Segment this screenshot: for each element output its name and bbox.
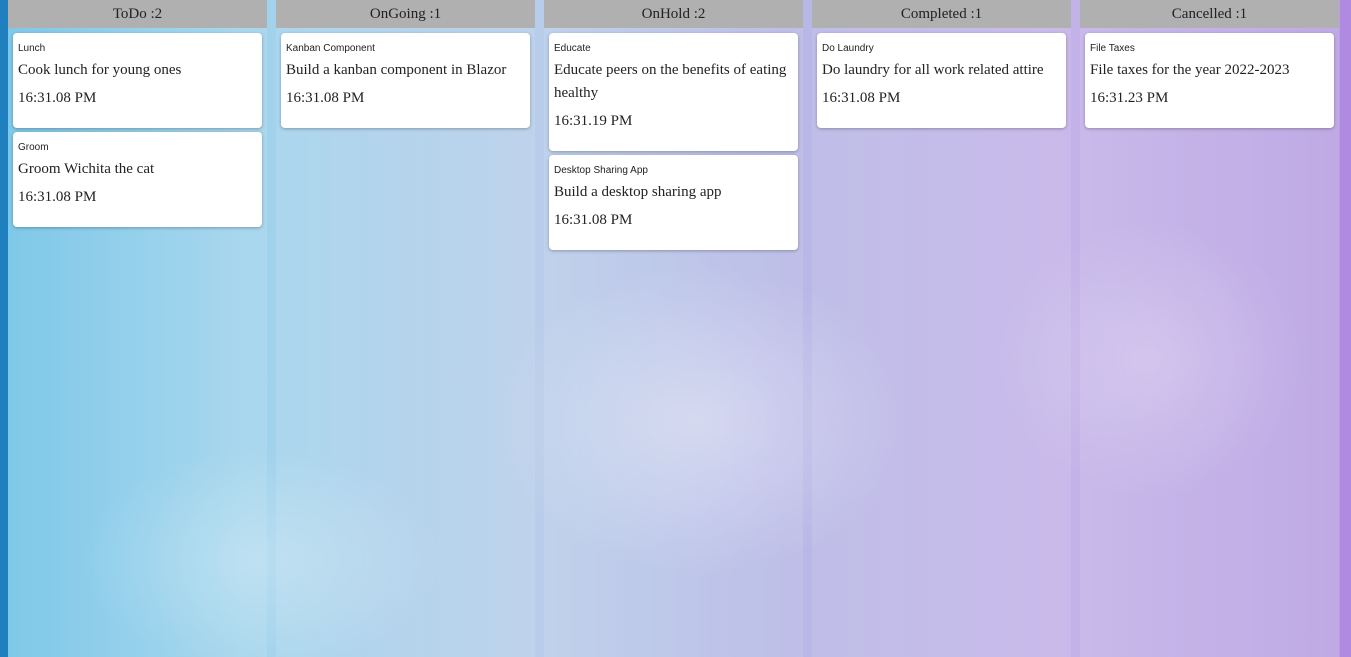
- column-onhold[interactable]: OnHold :2 Educate Educate peers on the b…: [544, 0, 803, 657]
- column-header: ToDo :2: [8, 0, 267, 28]
- column-header: Cancelled :1: [1080, 0, 1339, 28]
- card-timestamp: 16:31.08 PM: [18, 90, 97, 106]
- kanban-board: ToDo :2 Lunch Cook lunch for young ones …: [8, 0, 1340, 657]
- card-description: Build a kanban component in Blazor: [286, 62, 507, 78]
- card-title: File Taxes: [1090, 43, 1135, 54]
- column-ongoing[interactable]: OnGoing :1 Kanban Component Build a kanb…: [276, 0, 535, 657]
- task-card[interactable]: Groom Groom Wichita the cat 16:31.08 PM: [13, 132, 262, 227]
- card-timestamp: 16:31.23 PM: [1090, 90, 1169, 106]
- column-completed[interactable]: Completed :1 Do Laundry Do laundry for a…: [812, 0, 1071, 657]
- task-card[interactable]: Desktop Sharing App Build a desktop shar…: [549, 155, 798, 250]
- column-header: Completed :1: [812, 0, 1071, 28]
- card-description: Cook lunch for young ones: [18, 62, 182, 78]
- card-list: Lunch Cook lunch for young ones 16:31.08…: [8, 28, 267, 227]
- card-timestamp: 16:31.19 PM: [554, 113, 633, 129]
- task-card[interactable]: Lunch Cook lunch for young ones 16:31.08…: [13, 33, 262, 128]
- right-edge: [1340, 0, 1351, 657]
- card-timestamp: 16:31.08 PM: [286, 90, 365, 106]
- card-description: Build a desktop sharing app: [554, 184, 722, 200]
- column-cancelled[interactable]: Cancelled :1 File Taxes File taxes for t…: [1080, 0, 1339, 657]
- task-card[interactable]: Educate Educate peers on the benefits of…: [549, 33, 798, 151]
- card-timestamp: 16:31.08 PM: [554, 212, 633, 228]
- card-description: Do laundry for all work related attire: [822, 62, 1044, 78]
- card-list: Do Laundry Do laundry for all work relat…: [812, 28, 1071, 128]
- card-list: File Taxes File taxes for the year 2022-…: [1080, 28, 1339, 128]
- card-timestamp: 16:31.08 PM: [822, 90, 901, 106]
- column-todo[interactable]: ToDo :2 Lunch Cook lunch for young ones …: [8, 0, 267, 657]
- card-title: Do Laundry: [822, 43, 874, 54]
- card-title: Educate: [554, 43, 591, 54]
- card-title: Lunch: [18, 43, 46, 54]
- card-description: File taxes for the year 2022-2023: [1090, 62, 1290, 78]
- card-title: Kanban Component: [286, 43, 375, 54]
- task-card[interactable]: Kanban Component Build a kanban componen…: [281, 33, 530, 128]
- card-description: Groom Wichita the cat: [18, 161, 155, 177]
- left-edge: [0, 0, 8, 657]
- card-timestamp: 16:31.08 PM: [18, 189, 97, 205]
- card-title: Groom: [18, 142, 49, 153]
- card-description: Educate peers on the benefits of eating …: [554, 62, 787, 101]
- task-card[interactable]: Do Laundry Do laundry for all work relat…: [817, 33, 1066, 128]
- column-header: OnGoing :1: [276, 0, 535, 28]
- card-list: Educate Educate peers on the benefits of…: [544, 28, 803, 250]
- task-card[interactable]: File Taxes File taxes for the year 2022-…: [1085, 33, 1334, 128]
- card-title: Desktop Sharing App: [554, 165, 648, 176]
- column-header: OnHold :2: [544, 0, 803, 28]
- card-list: Kanban Component Build a kanban componen…: [276, 28, 535, 128]
